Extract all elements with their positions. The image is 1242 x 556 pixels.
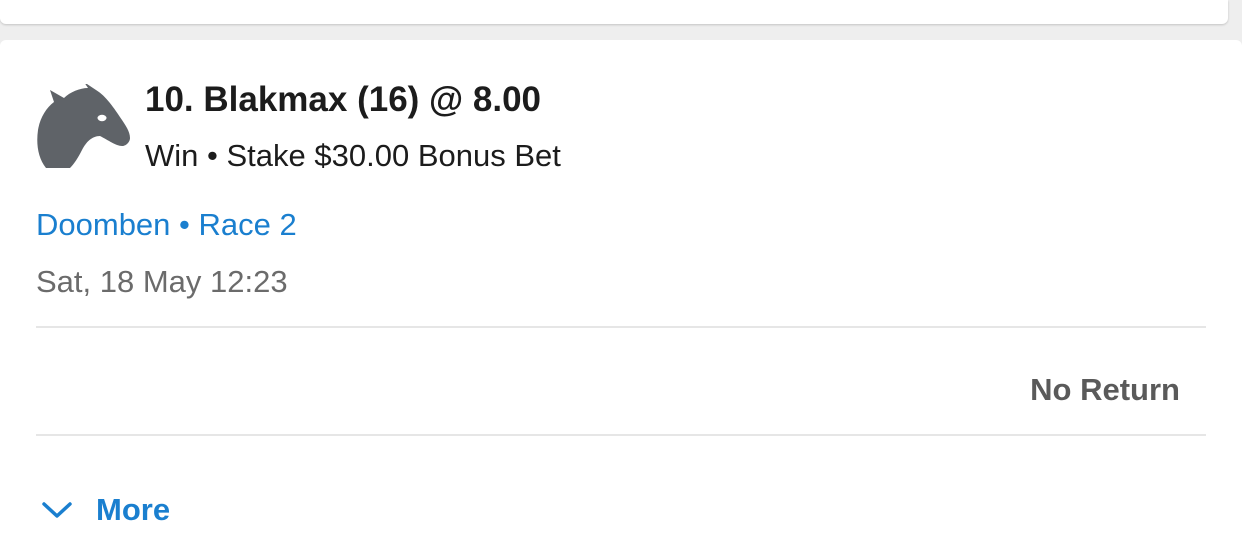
more-label[interactable]: More	[96, 490, 170, 530]
horse-head-icon	[34, 82, 132, 168]
chevron-down-icon[interactable]	[40, 499, 74, 521]
race-datetime: Sat, 18 May 12:23	[36, 264, 288, 299]
separator-dot: •	[207, 138, 218, 173]
bet-details: Win • Stake $30.00 Bonus Bet	[145, 136, 561, 176]
race-link[interactable]: Doomben • Race 2	[36, 205, 297, 245]
separator-dot: •	[179, 207, 190, 242]
stake-text: Stake $30.00 Bonus Bet	[226, 138, 561, 173]
race-number[interactable]: Race 2	[199, 207, 297, 242]
divider	[36, 326, 1206, 328]
bet-selection-title: 10. Blakmax (16) @ 8.00	[145, 80, 542, 119]
meeting-name[interactable]: Doomben	[36, 207, 170, 242]
more-button[interactable]: More	[40, 490, 170, 530]
bet-type: Win	[145, 138, 199, 173]
divider	[36, 434, 1206, 436]
return-status: No Return	[1030, 372, 1180, 407]
previous-bet-card	[0, 0, 1228, 24]
